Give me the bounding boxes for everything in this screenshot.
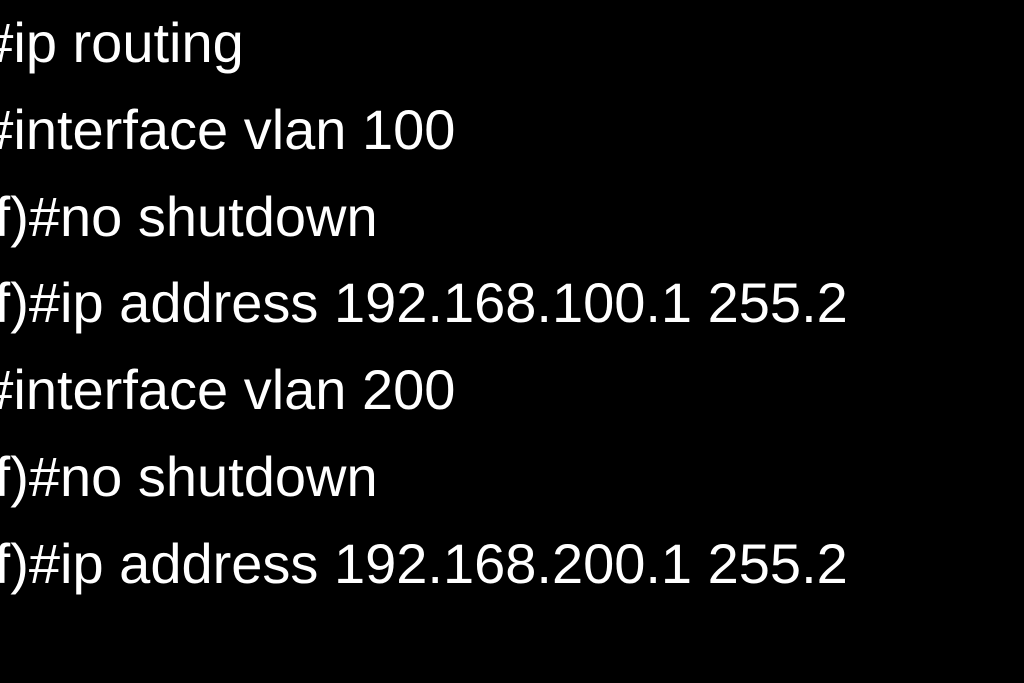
terminal-line: ig-if)#no shutdown bbox=[0, 174, 1024, 261]
terminal-line: ig-if)#no shutdown bbox=[0, 434, 1024, 521]
terminal-line: ig)#interface vlan 100 bbox=[0, 87, 1024, 174]
terminal-line: ig)#interface vlan 200 bbox=[0, 347, 1024, 434]
terminal-line: ig-if)#ip address 192.168.200.1 255.2 bbox=[0, 521, 1024, 608]
terminal-window[interactable]: ig)#ip routing ig)#interface vlan 100 ig… bbox=[0, 0, 1024, 683]
terminal-line: ig)#ip routing bbox=[0, 0, 1024, 87]
terminal-line: ig-if)#ip address 192.168.100.1 255.2 bbox=[0, 260, 1024, 347]
